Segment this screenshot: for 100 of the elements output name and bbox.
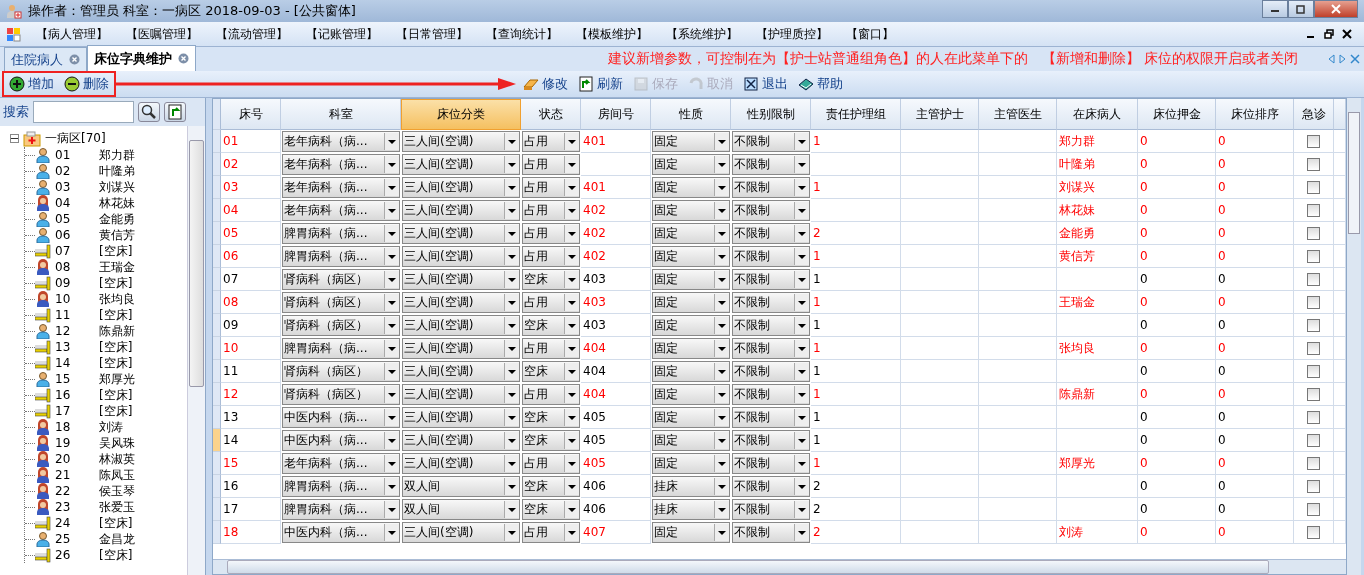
- checkbox[interactable]: [1307, 134, 1320, 148]
- dropdown-field[interactable]: 占用: [522, 154, 580, 175]
- dropdown-field[interactable]: 三人间(空调): [402, 384, 520, 405]
- bed-number[interactable]: 18: [55, 420, 99, 434]
- close-icon[interactable]: [1342, 29, 1352, 39]
- dropdown-field[interactable]: 固定: [652, 407, 730, 428]
- dropdown-field[interactable]: 空床: [522, 407, 580, 428]
- dropdown-field[interactable]: 空床: [522, 499, 580, 520]
- dropdown-field[interactable]: 老年病科（病...: [282, 177, 400, 198]
- dropdown-field[interactable]: 占用: [522, 338, 580, 359]
- patient-name[interactable]: 黄信芳: [99, 226, 135, 244]
- bed-number[interactable]: 07: [55, 244, 99, 258]
- left-arrow-icon[interactable]: [1328, 54, 1335, 64]
- patient-name[interactable]: 刘谋兴: [99, 178, 135, 196]
- menu-item[interactable]: 【查询统计】: [482, 23, 572, 45]
- patient-name[interactable]: [空床]: [99, 354, 133, 372]
- bed-number[interactable]: 20: [55, 452, 99, 466]
- column-header[interactable]: 床位分类: [401, 99, 521, 130]
- bed-number[interactable]: 06: [55, 228, 99, 242]
- menu-item[interactable]: 【窗口】: [842, 23, 932, 45]
- dropdown-field[interactable]: 占用: [522, 522, 580, 543]
- column-header[interactable]: 科室: [281, 99, 401, 130]
- bed-number[interactable]: 01: [55, 148, 99, 162]
- patient-name[interactable]: 金能勇: [99, 210, 135, 228]
- dropdown-field[interactable]: 占用: [522, 384, 580, 405]
- dropdown-field[interactable]: 脾胃病科（病...: [282, 499, 400, 520]
- toolbar-button[interactable]: 增加: [6, 74, 57, 94]
- checkbox[interactable]: [1307, 295, 1320, 309]
- patient-name[interactable]: [空床]: [99, 546, 133, 564]
- bed-number[interactable]: 10: [55, 292, 99, 306]
- dropdown-field[interactable]: 不限制: [732, 177, 810, 198]
- patient-name[interactable]: 陈凤玉: [99, 466, 135, 484]
- refresh-button[interactable]: [164, 102, 186, 122]
- dropdown-field[interactable]: 三人间(空调): [402, 154, 520, 175]
- patient-name[interactable]: [空床]: [99, 338, 133, 356]
- bed-number[interactable]: 15: [55, 372, 99, 386]
- dropdown-field[interactable]: 挂床: [652, 499, 730, 520]
- dropdown-field[interactable]: 三人间(空调): [402, 292, 520, 313]
- dropdown-field[interactable]: 不限制: [732, 407, 810, 428]
- menu-item[interactable]: 【病人管理】: [32, 23, 122, 45]
- dropdown-field[interactable]: 三人间(空调): [402, 177, 520, 198]
- collapse-toggle[interactable]: [10, 134, 19, 143]
- toolbar-button[interactable]: 退出: [740, 74, 791, 94]
- dropdown-field[interactable]: 固定: [652, 384, 730, 405]
- dropdown-field[interactable]: 三人间(空调): [402, 361, 520, 382]
- dropdown-field[interactable]: 固定: [652, 361, 730, 382]
- dropdown-field[interactable]: 肾病科（病区）: [282, 269, 400, 290]
- dropdown-field[interactable]: 不限制: [732, 430, 810, 451]
- maximize-button[interactable]: [1288, 0, 1314, 18]
- dropdown-field[interactable]: 三人间(空调): [402, 522, 520, 543]
- patient-name[interactable]: 金昌龙: [99, 530, 135, 548]
- dropdown-field[interactable]: 不限制: [732, 131, 810, 152]
- restore-icon[interactable]: [1324, 29, 1334, 39]
- checkbox[interactable]: [1307, 387, 1320, 401]
- dropdown-field[interactable]: 三人间(空调): [402, 430, 520, 451]
- dropdown-field[interactable]: 占用: [522, 453, 580, 474]
- column-header[interactable]: 状态: [521, 99, 581, 130]
- dropdown-field[interactable]: 不限制: [732, 315, 810, 336]
- dropdown-field[interactable]: 中医内科（病...: [282, 522, 400, 543]
- dropdown-field[interactable]: 三人间(空调): [402, 269, 520, 290]
- dropdown-field[interactable]: 肾病科（病区）: [282, 292, 400, 313]
- dropdown-field[interactable]: 占用: [522, 292, 580, 313]
- column-header[interactable]: 床位排序: [1216, 99, 1294, 130]
- bed-number[interactable]: 17: [55, 404, 99, 418]
- checkbox[interactable]: [1307, 272, 1320, 286]
- patient-name[interactable]: [空床]: [99, 306, 133, 324]
- checkbox[interactable]: [1307, 341, 1320, 355]
- dropdown-field[interactable]: 固定: [652, 338, 730, 359]
- dropdown-field[interactable]: 三人间(空调): [402, 200, 520, 221]
- bed-number[interactable]: 23: [55, 500, 99, 514]
- dropdown-field[interactable]: 肾病科（病区）: [282, 361, 400, 382]
- dropdown-field[interactable]: 固定: [652, 223, 730, 244]
- dropdown-field[interactable]: 三人间(空调): [402, 223, 520, 244]
- column-header[interactable]: 性质: [651, 99, 731, 130]
- dropdown-field[interactable]: 占用: [522, 246, 580, 267]
- checkbox[interactable]: [1307, 203, 1320, 217]
- patient-name[interactable]: [空床]: [99, 386, 133, 404]
- dropdown-field[interactable]: 固定: [652, 315, 730, 336]
- dropdown-field[interactable]: 占用: [522, 131, 580, 152]
- bed-number[interactable]: 11: [55, 308, 99, 322]
- dropdown-field[interactable]: 不限制: [732, 384, 810, 405]
- bed-number[interactable]: 05: [55, 212, 99, 226]
- patient-name[interactable]: 刘涛: [99, 418, 123, 436]
- toolbar-button[interactable]: 修改: [520, 74, 571, 94]
- dropdown-field[interactable]: 不限制: [732, 223, 810, 244]
- dropdown-field[interactable]: 固定: [652, 453, 730, 474]
- dropdown-field[interactable]: 空床: [522, 315, 580, 336]
- patient-name[interactable]: 郑厚光: [99, 370, 135, 388]
- dropdown-field[interactable]: 脾胃病科（病...: [282, 338, 400, 359]
- patient-name[interactable]: 侯玉琴: [99, 482, 135, 500]
- toolbar-button[interactable]: 刷新: [575, 74, 626, 94]
- dropdown-field[interactable]: 固定: [652, 522, 730, 543]
- bed-number[interactable]: 08: [55, 260, 99, 274]
- dropdown-field[interactable]: 脾胃病科（病...: [282, 246, 400, 267]
- dropdown-field[interactable]: 不限制: [732, 200, 810, 221]
- ward-label[interactable]: 一病区[70]: [45, 130, 106, 147]
- menu-item[interactable]: 【医嘱管理】: [122, 23, 212, 45]
- patient-name[interactable]: 陈鼎新: [99, 322, 135, 340]
- dropdown-field[interactable]: 三人间(空调): [402, 315, 520, 336]
- dropdown-field[interactable]: 空床: [522, 269, 580, 290]
